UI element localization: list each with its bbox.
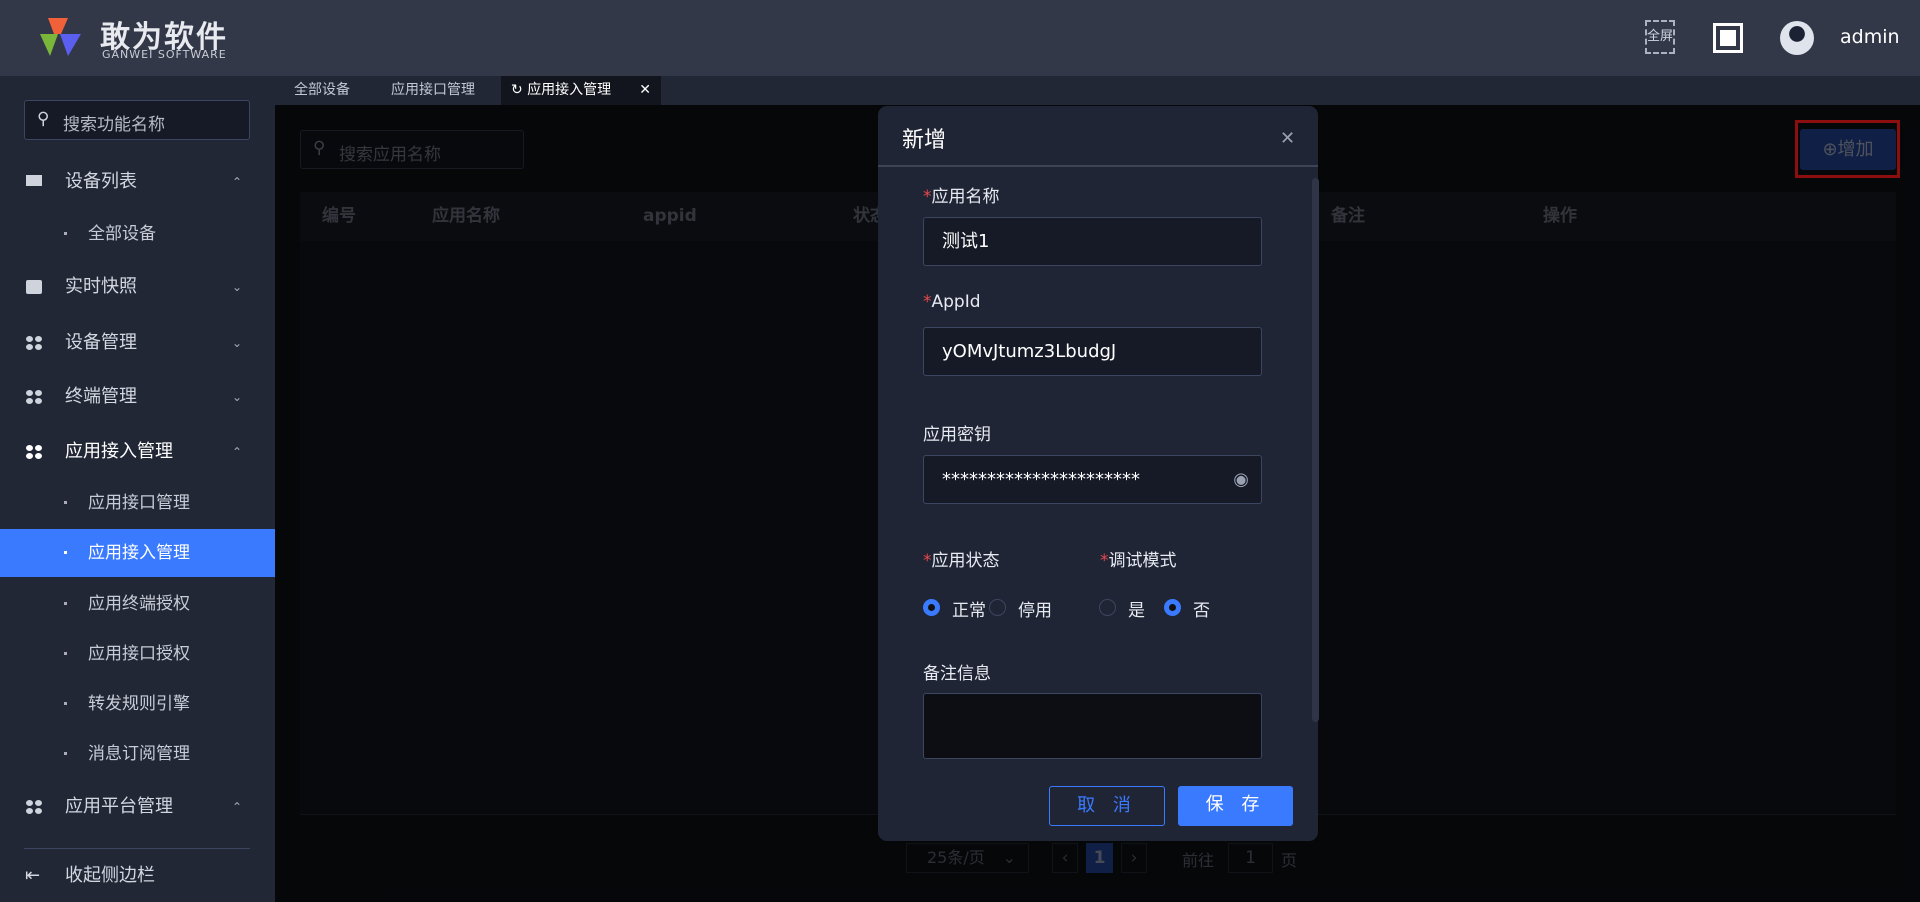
tab-app-interface[interactable]: 应用接口管理 <box>381 76 485 105</box>
debug-mode-label: *调试模式 <box>1100 551 1177 571</box>
menu-app-access[interactable]: 应用接入管理 ⌃ <box>0 428 275 476</box>
app-secret-input[interactable]: ********************** ◉ <box>923 455 1262 504</box>
submenu-all-devices[interactable]: 全部设备 <box>0 210 275 258</box>
radio-label[interactable]: 正常 <box>952 596 986 621</box>
chevron-up-icon: ⌃ <box>232 800 243 814</box>
maximize-button[interactable] <box>1713 23 1743 53</box>
sidebar: ⚲ 搜索功能名称 设备列表 ⌃ 全部设备 实时快照 ⌄ 设备管理 ⌄ 终端管理 ⌄ 应用… <box>0 76 275 902</box>
close-icon[interactable]: ✕ <box>1280 128 1295 149</box>
submenu-app-access-active[interactable]: 应用接入管理 <box>0 529 275 577</box>
top-header: 敢为软件 GANWEI SOFTWARE 全屏 admin <box>0 0 1920 76</box>
clover-icon <box>26 445 42 459</box>
avatar[interactable] <box>1780 21 1814 55</box>
remark-label: 备注信息 <box>923 664 991 684</box>
submenu-label: 应用接入管理 <box>88 543 190 563</box>
submenu-interface-auth[interactable]: 应用接口授权 <box>0 630 275 678</box>
submenu-label: 消息订阅管理 <box>88 744 190 764</box>
menu-label: 应用接入管理 <box>65 441 173 462</box>
radio-label[interactable]: 是 <box>1128 596 1145 621</box>
search-icon: ⚲ <box>37 109 50 129</box>
debug-yes-radio[interactable] <box>1099 599 1116 616</box>
clover-icon <box>26 390 42 404</box>
appid-input[interactable]: yOMvJtumz3LbudgJ <box>923 327 1262 376</box>
app-name-input[interactable]: 测试1 <box>923 217 1262 266</box>
app-status-label: *应用状态 <box>923 551 1000 571</box>
cancel-button[interactable]: 取 消 <box>1049 786 1165 826</box>
search-placeholder: 搜索功能名称 <box>63 115 165 135</box>
submenu-terminal-auth[interactable]: 应用终端授权 <box>0 580 275 628</box>
tab-app-access[interactable]: ↻ 应用接入管理 ✕ <box>501 76 661 105</box>
status-normal-radio[interactable] <box>923 599 940 616</box>
chevron-up-icon: ⌃ <box>232 445 243 459</box>
submenu-forward-rules[interactable]: 转发规则引擎 <box>0 680 275 728</box>
tab-label: 应用接入管理 <box>527 82 612 98</box>
clover-icon <box>26 336 42 350</box>
add-dialog: 新增 ✕ *应用名称 测试1 *AppId yOMvJtumz3LbudgJ 应… <box>878 106 1319 841</box>
eye-icon[interactable]: ◉ <box>1233 456 1249 503</box>
submenu-label: 全部设备 <box>88 224 156 244</box>
chevron-down-icon: ⌄ <box>232 280 243 294</box>
username[interactable]: admin <box>1840 26 1900 48</box>
app-secret-label: 应用密钥 <box>923 425 991 445</box>
menu-snapshot[interactable]: 实时快照 ⌄ <box>0 263 275 311</box>
submenu-app-interface[interactable]: 应用接口管理 <box>0 479 275 527</box>
menu-label: 终端管理 <box>65 386 137 407</box>
menu-label: 设备列表 <box>65 171 137 192</box>
dialog-scrollbar[interactable] <box>1312 178 1319 722</box>
collapse-sidebar-button[interactable]: ⇤ 收起侧边栏 <box>0 852 275 900</box>
menu-search-input[interactable]: ⚲ 搜索功能名称 <box>24 100 250 140</box>
maximize-icon <box>1720 30 1736 46</box>
chevron-down-icon: ⌄ <box>232 336 243 350</box>
close-tab-icon[interactable]: ✕ <box>639 76 651 105</box>
monitor-icon <box>26 175 42 186</box>
menu-device-manage[interactable]: 设备管理 ⌄ <box>0 319 275 367</box>
clover-icon <box>26 800 42 814</box>
secret-value: ********************** <box>942 469 1140 490</box>
menu-label: 应用平台管理 <box>65 796 173 817</box>
dialog-divider <box>878 165 1318 167</box>
chevron-down-icon: ⌄ <box>232 390 243 404</box>
submenu-label: 转发规则引擎 <box>88 694 190 714</box>
remark-textarea[interactable] <box>923 693 1262 759</box>
radio-label[interactable]: 停用 <box>1018 596 1052 621</box>
collapse-label: 收起侧边栏 <box>65 865 155 886</box>
status-disabled-radio[interactable] <box>989 599 1006 616</box>
camera-icon <box>26 280 42 294</box>
menu-label: 设备管理 <box>65 332 137 353</box>
appid-label: *AppId <box>923 292 981 312</box>
menu-device-list[interactable]: 设备列表 ⌃ <box>0 158 275 206</box>
ganwei-logo-icon <box>40 18 81 56</box>
collapse-icon: ⇤ <box>25 865 41 886</box>
tab-all-devices[interactable]: 全部设备 <box>284 76 360 105</box>
divider <box>24 848 250 849</box>
app-name-label: *应用名称 <box>923 187 1000 207</box>
submenu-label: 应用接口管理 <box>88 493 190 513</box>
save-button[interactable]: 保 存 <box>1178 786 1293 826</box>
menu-label: 实时快照 <box>65 276 137 297</box>
menu-terminal-manage[interactable]: 终端管理 ⌄ <box>0 373 275 421</box>
menu-app-platform[interactable]: 应用平台管理 ⌃ <box>0 783 275 831</box>
debug-no-radio[interactable] <box>1164 599 1181 616</box>
submenu-label: 应用接口授权 <box>88 644 190 664</box>
tab-bar: 全部设备 应用接口管理 ↻ 应用接入管理 ✕ <box>275 76 1920 105</box>
dialog-title: 新增 <box>902 128 947 153</box>
refresh-icon[interactable]: ↻ <box>511 82 523 98</box>
fullscreen-button[interactable]: 全屏 <box>1645 20 1675 54</box>
submenu-message-subscribe[interactable]: 消息订阅管理 <box>0 730 275 778</box>
chevron-up-icon: ⌃ <box>232 175 243 189</box>
submenu-label: 应用终端授权 <box>88 594 190 614</box>
logo-subtitle: GANWEI SOFTWARE <box>102 48 227 61</box>
radio-label[interactable]: 否 <box>1193 596 1210 621</box>
